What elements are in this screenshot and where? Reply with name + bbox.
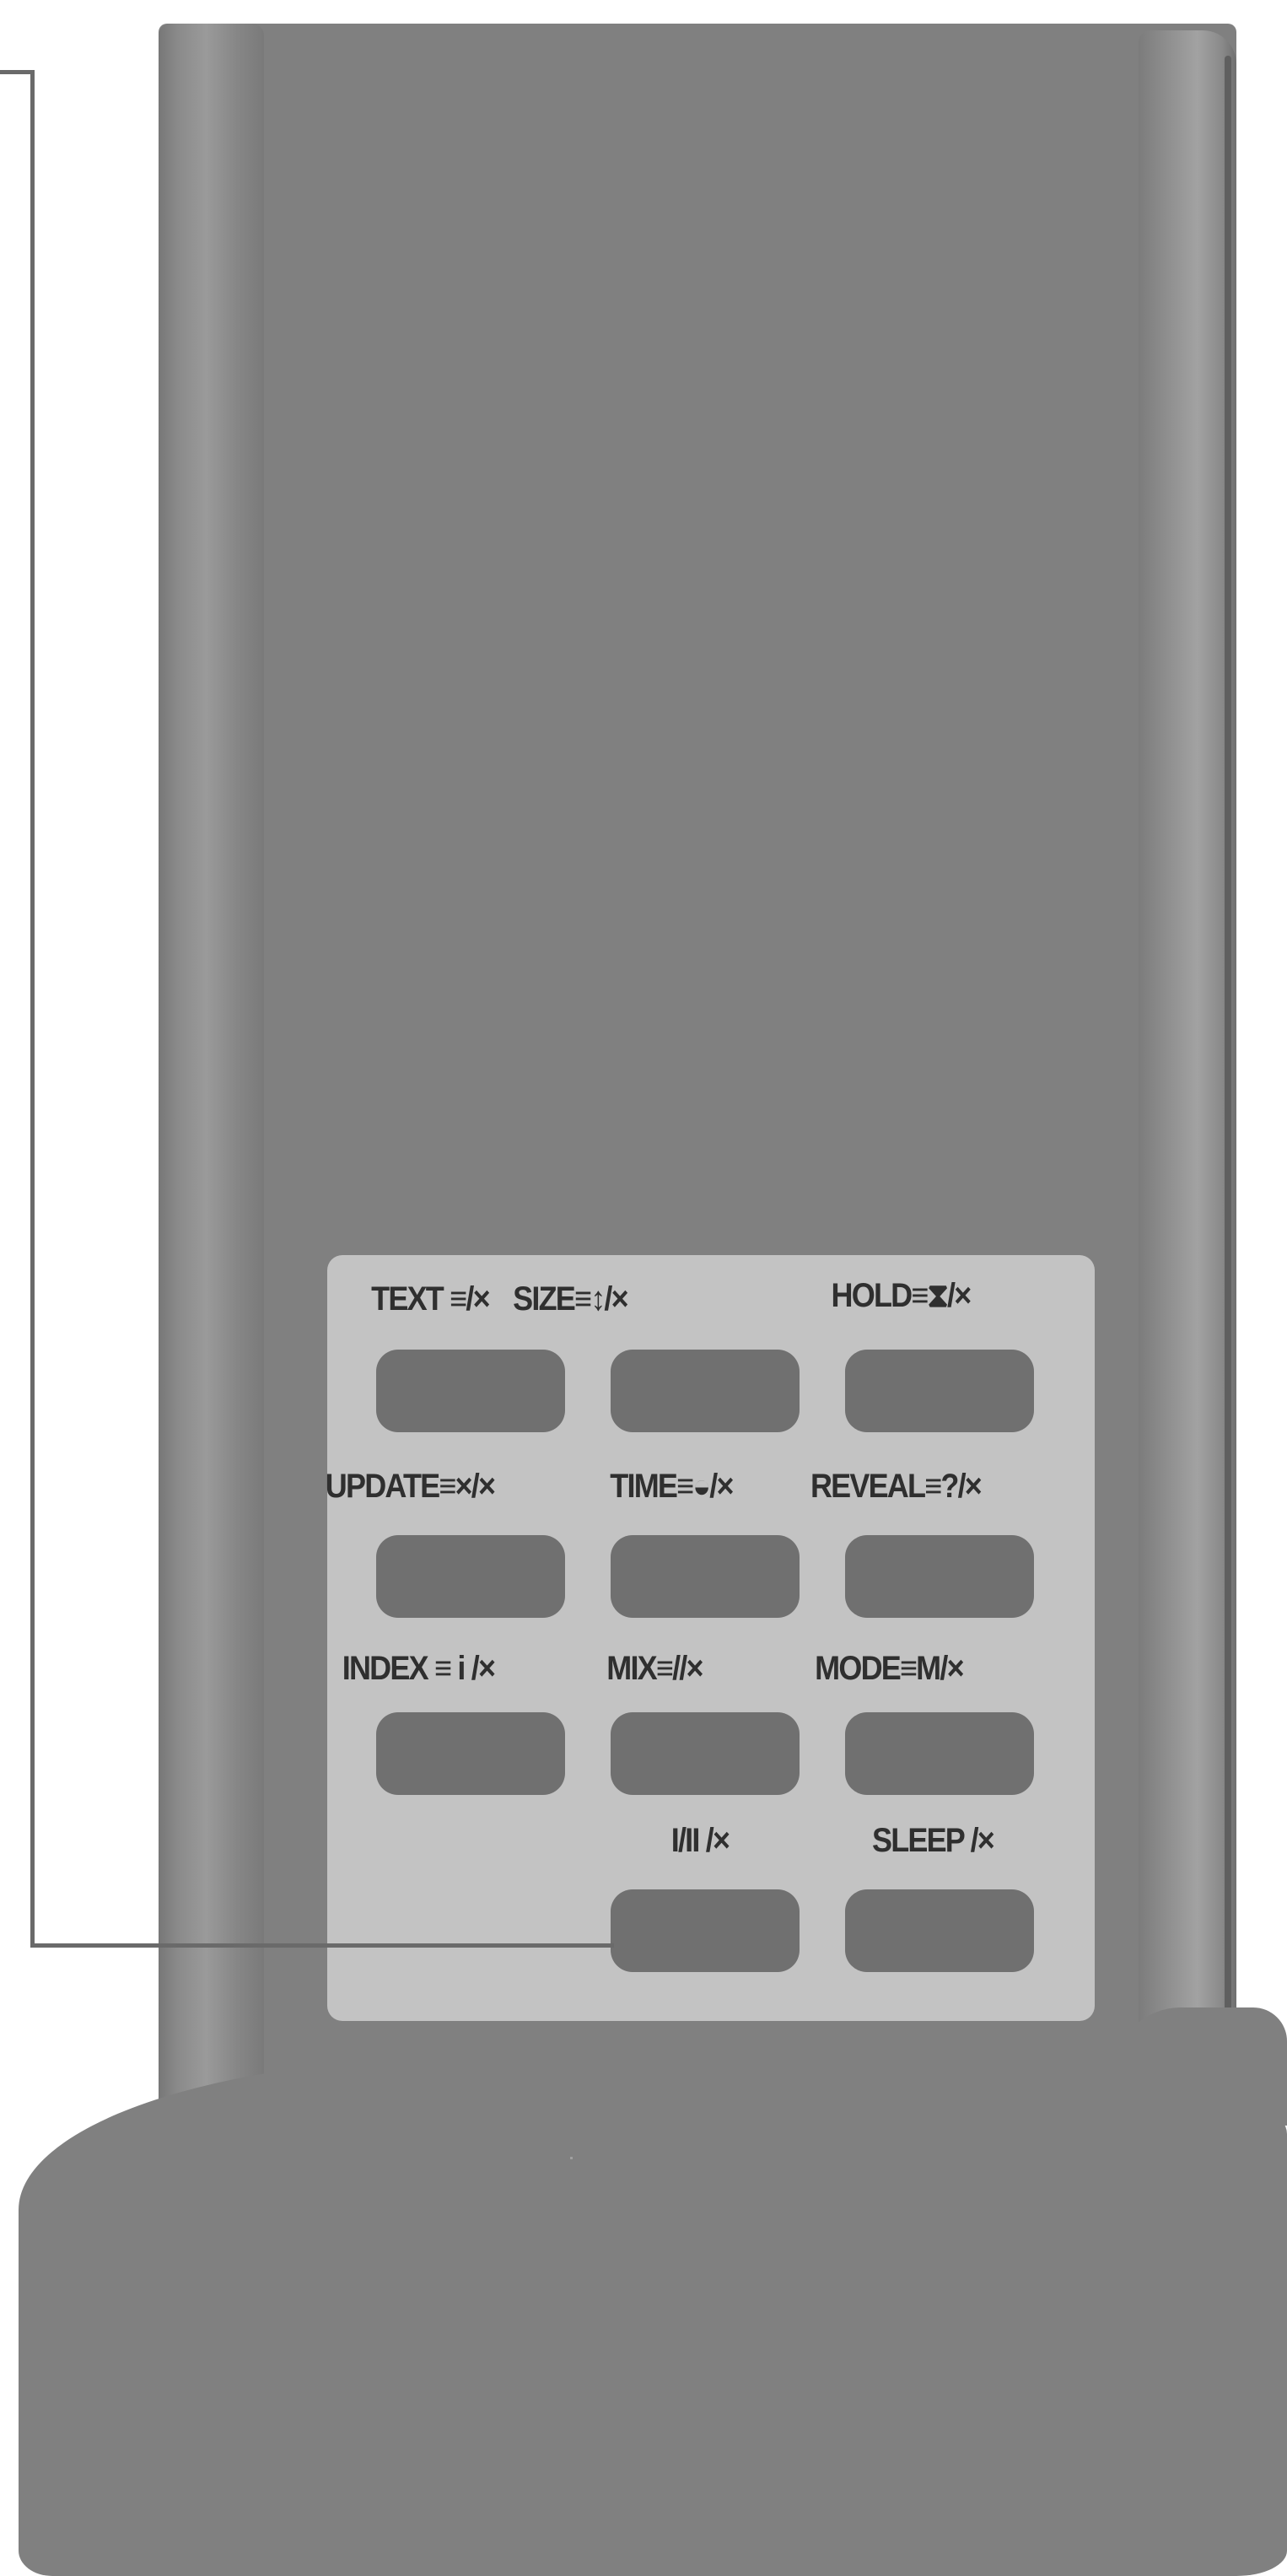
mix-button[interactable]	[611, 1712, 800, 1795]
surface-speck	[570, 2157, 573, 2159]
size-button-label: SIZE≡↕/×	[513, 1280, 628, 1318]
reveal-button[interactable]	[845, 1535, 1034, 1618]
teletext-button-panel: TEXT ≡/× SIZE≡↕/× HOLD≡⧗/× UPDATE≡×/× TI…	[326, 1255, 1095, 2021]
time-button-label: TIME≡◒/×	[610, 1468, 734, 1505]
mix-button-label: MIX≡//×	[606, 1650, 703, 1687]
update-button-label: UPDATE≡×/×	[325, 1468, 496, 1505]
reveal-button-label: REVEAL≡?/×	[810, 1468, 983, 1505]
mode-button[interactable]	[845, 1712, 1034, 1795]
callout-line-top	[0, 70, 34, 74]
size-button[interactable]	[611, 1350, 800, 1432]
hold-button[interactable]	[845, 1350, 1034, 1432]
sleep-button-label: SLEEP /×	[871, 1822, 995, 1859]
time-button[interactable]	[611, 1535, 800, 1618]
callout-line-horizontal	[30, 1943, 614, 1948]
remote-left-edge	[159, 24, 264, 2132]
mode-button-label: MODE≡M/×	[815, 1650, 964, 1687]
remote-right-edge	[1139, 30, 1236, 2148]
hold-button-label: HOLD≡⧗/×	[831, 1277, 972, 1314]
remote-base	[19, 2058, 1287, 2576]
index-button[interactable]	[376, 1712, 565, 1795]
update-button[interactable]	[376, 1535, 565, 1618]
callout-line-vertical	[30, 70, 35, 1948]
text-button[interactable]	[376, 1350, 565, 1432]
i-ii-button[interactable]	[611, 1889, 800, 1972]
i-ii-button-label: I/II /×	[670, 1822, 730, 1859]
index-button-label: INDEX ≡ i /×	[342, 1650, 496, 1687]
sleep-button[interactable]	[845, 1889, 1034, 1972]
